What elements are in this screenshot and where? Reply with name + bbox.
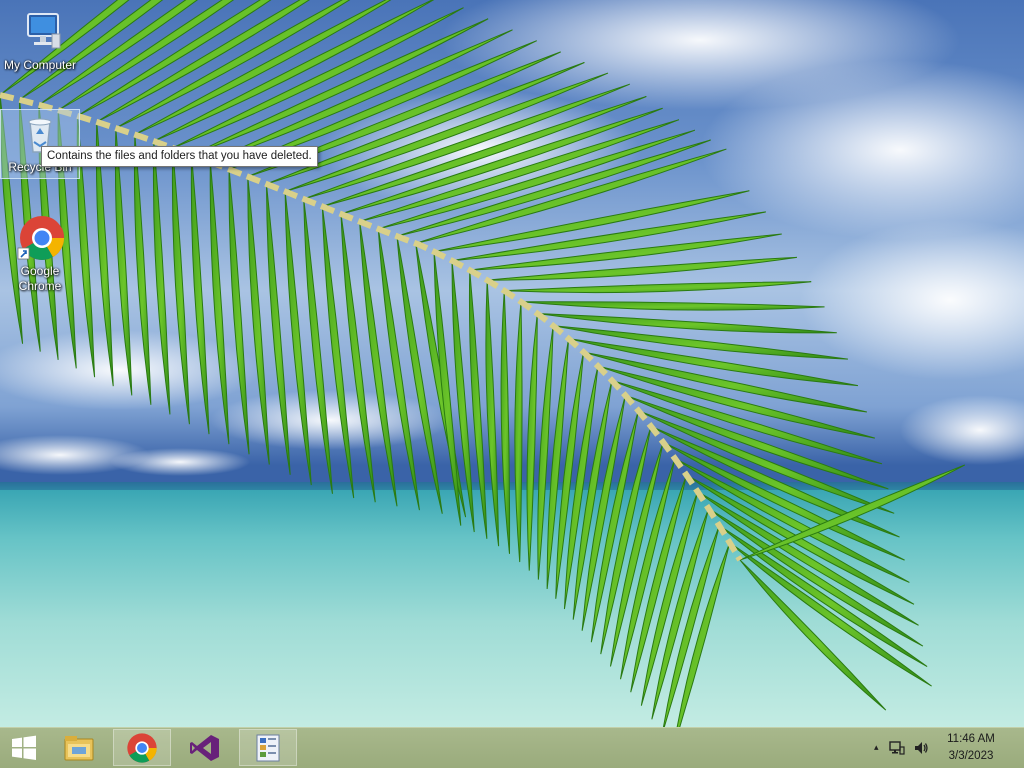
network-icon[interactable] bbox=[888, 740, 905, 756]
palm-leaflet bbox=[526, 313, 538, 571]
palm-leaflet bbox=[133, 134, 152, 405]
palm-leaflet bbox=[520, 301, 825, 311]
desktop-wallpaper bbox=[0, 0, 1024, 727]
clock-time: 11:46 AM bbox=[947, 733, 995, 745]
palm-leaflet bbox=[504, 281, 812, 294]
palm-leaflet bbox=[611, 380, 883, 465]
palm-leaflet bbox=[487, 256, 798, 281]
palm-leaflet bbox=[114, 128, 133, 396]
palm-leaflet bbox=[247, 176, 270, 465]
desktop-icon-my-computer[interactable]: My Computer bbox=[1, 8, 79, 73]
chrome-icon bbox=[17, 216, 64, 260]
tooltip-recycle-bin: Contains the files and folders that you … bbox=[41, 146, 318, 167]
desktop-icon-label: Google bbox=[20, 264, 60, 278]
clock-date: 3/3/2023 bbox=[948, 750, 994, 762]
palm-leaflet bbox=[485, 280, 500, 547]
palm-leaflet bbox=[152, 141, 171, 415]
taskbar-clock[interactable]: 11:46 AM 3/3/2023 bbox=[936, 731, 1006, 765]
taskbar: ▴ 11:46 AM 3/3/2023 bbox=[0, 727, 1024, 768]
computer-icon bbox=[27, 13, 61, 49]
palm-leaflet bbox=[500, 290, 511, 554]
palm-leaflet bbox=[359, 221, 398, 507]
windows-logo-icon bbox=[12, 735, 36, 760]
app-icon bbox=[256, 734, 280, 761]
palm-leaflet bbox=[190, 154, 210, 435]
taskbar-app[interactable] bbox=[239, 729, 297, 766]
palm-leaflet bbox=[209, 162, 230, 445]
chrome-icon bbox=[127, 732, 157, 763]
taskbar-google-chrome[interactable] bbox=[113, 729, 171, 766]
taskbar-file-explorer[interactable] bbox=[50, 729, 108, 766]
visual-studio-icon bbox=[190, 734, 219, 761]
desktop-icon-label: Chrome bbox=[18, 279, 62, 293]
taskbar-visual-studio[interactable] bbox=[176, 729, 234, 766]
system-tray: ▴ bbox=[874, 728, 929, 768]
desktop-icon-label: My Computer bbox=[3, 58, 77, 72]
palm-leaflet bbox=[514, 301, 523, 563]
volume-icon[interactable] bbox=[913, 740, 929, 756]
start-button[interactable] bbox=[0, 728, 48, 768]
file-explorer-icon bbox=[64, 735, 94, 760]
palm-leaflet bbox=[676, 542, 731, 727]
palm-frond bbox=[0, 0, 966, 727]
palm-leaflet bbox=[171, 147, 190, 425]
show-hidden-icons-button[interactable]: ▴ bbox=[874, 743, 879, 753]
desktop-icon-google-chrome[interactable]: Google Chrome bbox=[1, 214, 79, 294]
palm-leaflet bbox=[228, 169, 250, 455]
palm-leaflet bbox=[340, 213, 376, 503]
desktop-icon-recycle-bin[interactable]: Recycle Bin bbox=[0, 109, 80, 179]
